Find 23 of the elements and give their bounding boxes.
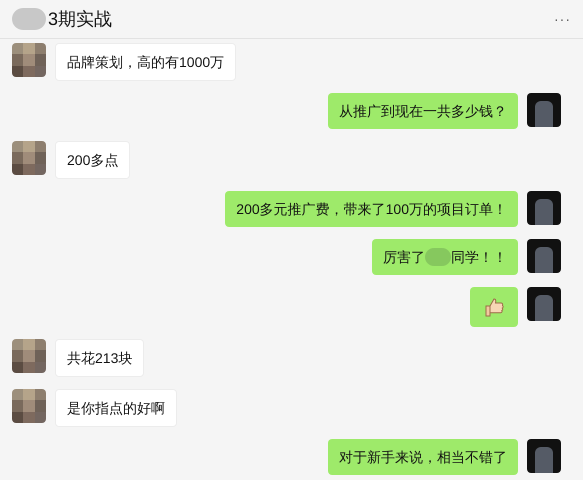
thumbs-up-icon (483, 296, 505, 318)
photo-placeholder (527, 287, 561, 321)
photo-placeholder (527, 93, 561, 127)
message-bubble: 200多元推广费，带来了100万的项目订单！ (225, 191, 518, 227)
blurred-avatar (12, 141, 46, 175)
message-bubble: 品牌策划，高的有1000万 (55, 43, 236, 81)
more-button[interactable]: ··· (554, 8, 571, 30)
photo-placeholder (527, 439, 561, 473)
message-text: 厉害了 (383, 248, 425, 267)
blurred-avatar (12, 339, 46, 373)
message-bubble: 是你指点的好啊 (55, 389, 177, 427)
blurred-avatar (12, 43, 46, 77)
chat-title: 3期实战 (48, 8, 112, 30)
message-bubble: 从推广到现在一共多少钱？ (328, 93, 518, 129)
message-bubble: 共花213块 (55, 339, 144, 377)
photo-placeholder (527, 191, 561, 225)
message-bubble: 对于新手来说，相当不错了 (328, 439, 518, 475)
photo-placeholder (527, 239, 561, 273)
message-text: 同学！！ (451, 248, 507, 267)
blurred-avatar (12, 389, 46, 423)
blurred-avatar (12, 8, 46, 30)
message-bubble: 200多点 (55, 141, 130, 179)
blurred-block (425, 248, 451, 266)
